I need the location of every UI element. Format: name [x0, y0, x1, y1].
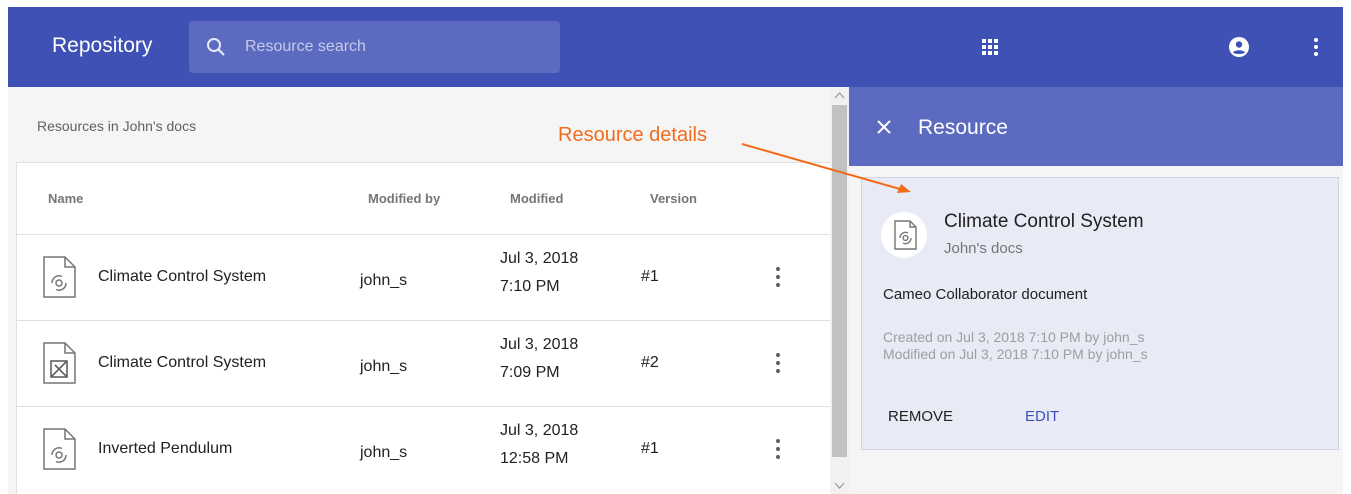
collaborator-document-icon	[894, 220, 917, 250]
modified-by: john_s	[360, 272, 408, 289]
modified-date: Jul 3, 2018	[500, 422, 579, 439]
resource-avatar	[881, 212, 927, 258]
modified-date: Jul 3, 2018	[500, 336, 579, 353]
details-title: Resource	[918, 116, 1008, 139]
column-header-modified-by[interactable]: Modified by	[368, 191, 440, 206]
diagram-document-icon	[43, 342, 76, 384]
version: #1	[641, 440, 659, 457]
resource-name[interactable]: Inverted Pendulum	[98, 440, 232, 458]
section-title: Resources in John's docs	[37, 118, 197, 134]
app-bar: Repository	[8, 7, 1343, 87]
modified-by: john_s	[360, 358, 408, 375]
collaborator-document-icon	[43, 256, 76, 298]
app-title: Repository	[52, 34, 153, 57]
version: #1	[641, 268, 659, 285]
column-header-modified[interactable]: Modified	[510, 191, 563, 206]
search-icon	[207, 38, 225, 56]
resource-name[interactable]: Climate Control System	[98, 268, 266, 286]
version: #2	[641, 354, 659, 371]
remove-button[interactable]: REMOVE	[888, 408, 953, 425]
modified-info: Modified on Jul 3, 2018 7:10 PM by john_…	[883, 346, 1148, 362]
modified-time: 7:10 PM	[500, 278, 560, 295]
resource-details-panel: Resource Climate Control System John's d…	[849, 87, 1343, 494]
modified-time: 7:09 PM	[500, 364, 560, 381]
scroll-down-arrow-icon[interactable]	[834, 480, 845, 491]
resource-name: Climate Control System	[944, 211, 1144, 232]
table-row[interactable]: Inverted Pendulum john_s Jul 3, 2018 12:…	[17, 406, 830, 492]
apps-grid-icon[interactable]	[978, 35, 1002, 59]
resource-table: Name Modified by Modified Version Climat…	[16, 162, 830, 494]
details-header: Resource	[849, 87, 1343, 166]
resource-name[interactable]: Climate Control System	[98, 354, 266, 372]
resource-card: Climate Control System John's docs Cameo…	[861, 177, 1339, 450]
resource-search[interactable]	[189, 21, 560, 73]
account-circle-icon[interactable]	[1227, 35, 1251, 59]
search-input[interactable]	[245, 21, 545, 73]
list-scrollbar[interactable]	[830, 87, 849, 494]
modified-by: john_s	[360, 444, 408, 461]
column-header-version[interactable]: Version	[650, 191, 697, 206]
row-menu-icon[interactable]	[773, 437, 783, 461]
column-header-name[interactable]: Name	[48, 191, 83, 206]
resource-type: Cameo Collaborator document	[883, 286, 1088, 303]
table-row[interactable]: Climate Control System john_s Jul 3, 201…	[17, 234, 830, 320]
edit-button[interactable]: EDIT	[1025, 408, 1059, 425]
close-icon[interactable]	[875, 118, 893, 136]
created-info: Created on Jul 3, 2018 7:10 PM by john_s	[883, 329, 1145, 345]
scroll-thumb[interactable]	[832, 105, 847, 457]
modified-date: Jul 3, 2018	[500, 250, 579, 267]
collaborator-document-icon	[43, 428, 76, 470]
more-vert-icon[interactable]	[1304, 35, 1328, 59]
scroll-up-arrow-icon[interactable]	[834, 90, 845, 101]
resource-location: John's docs	[944, 240, 1023, 257]
table-row[interactable]: Climate Control System john_s Jul 3, 201…	[17, 320, 830, 406]
annotation-label: Resource details	[558, 124, 707, 146]
resource-list-panel: Resources in John's docs Name Modified b…	[8, 87, 830, 494]
row-menu-icon[interactable]	[773, 265, 783, 289]
modified-time: 12:58 PM	[500, 450, 569, 467]
row-menu-icon[interactable]	[773, 351, 783, 375]
